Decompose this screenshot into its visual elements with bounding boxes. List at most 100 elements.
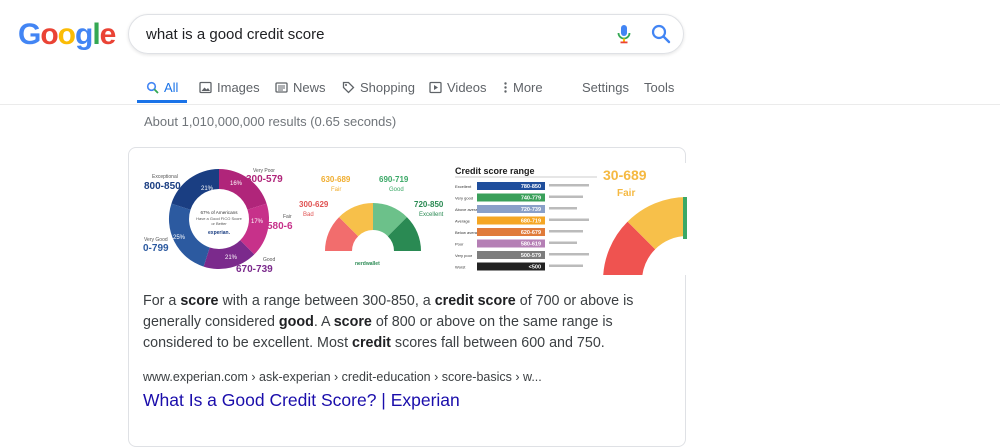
table-row-description (549, 218, 589, 221)
image-thumbnail-donut[interactable]: Exceptional 800-850 Very Poor 300-579 Fa… (143, 163, 295, 275)
gauge-range: 690-719 (379, 175, 409, 184)
table-row-value: 620-679 (521, 230, 541, 236)
tab-label: Videos (447, 79, 487, 95)
result-stats: About 1,010,000,000 results (0.65 second… (144, 114, 397, 129)
tab-videos[interactable]: Videos (429, 75, 487, 99)
table-row-value: <500 (529, 265, 541, 271)
donut-label: 580-6 (267, 221, 293, 232)
tab-label: Images (217, 79, 260, 95)
table-row-description (549, 230, 583, 233)
result-title-link[interactable]: What Is a Good Credit Score? | Experian (143, 390, 460, 411)
snippet-bold-text: score (180, 293, 219, 309)
gauge-range: 720-850 (414, 200, 444, 209)
table-row-label: Very good (455, 196, 473, 201)
donut-label: 670-739 (236, 264, 273, 275)
featured-snippet-text: For a score with a range between 300-850… (143, 291, 673, 354)
table-row-description (549, 264, 583, 267)
tab-more[interactable]: More (503, 75, 543, 99)
search-tabs: All Images News Shopping Videos More Set… (0, 70, 1000, 105)
donut-percent: 25% (173, 235, 186, 241)
donut-label: 0-799 (143, 243, 169, 254)
table-row-label: Excellent (455, 184, 472, 189)
tab-label: Tools (644, 79, 675, 95)
image-icon (199, 81, 212, 93)
image-thumbnail-partial-gauge[interactable]: 30-689 Fair (603, 163, 687, 275)
gauge-label: Fair (331, 187, 341, 193)
logo-letter: l (92, 18, 100, 51)
table-row-value: 680-719 (521, 219, 541, 225)
table-row-label: Poor (455, 242, 464, 247)
donut-label: 800-850 (144, 181, 181, 192)
donut-percent: 16% (230, 181, 243, 187)
donut-percent: 21% (225, 255, 238, 261)
result-url[interactable]: www.experian.com › ask-experian › credit… (143, 370, 542, 384)
tab-tools[interactable]: Tools (644, 75, 674, 99)
snippet-text: scores fall between 600 and 750. (390, 335, 605, 351)
table-row-value: 740-779 (521, 196, 541, 202)
featured-snippet-card: Exceptional 800-850 Very Poor 300-579 Fa… (128, 147, 687, 447)
tab-all[interactable]: All (146, 75, 178, 99)
newspaper-icon (275, 81, 288, 93)
table-row-label: Very poor (455, 253, 473, 258)
experian-logo: experian. (208, 230, 231, 236)
snippet-text: with a range between 300-850, a (218, 293, 435, 309)
nerdwallet-logo: nerdwallet (355, 261, 380, 267)
snippet-text: . A (313, 314, 334, 330)
tab-news[interactable]: News (275, 75, 326, 99)
table-row-value: 500-579 (521, 253, 541, 259)
logo-letter: o (57, 18, 76, 51)
image-thumbnail-table[interactable]: Credit score range Excellent 780-850 Very … (453, 163, 599, 275)
table-title: Credit score range (455, 166, 535, 176)
active-tab-indicator (137, 100, 187, 103)
microphone-icon[interactable] (613, 23, 635, 45)
gauge-label: Good (389, 187, 404, 193)
tab-label: All (164, 79, 179, 95)
tab-settings[interactable]: Settings (582, 75, 629, 99)
table-row-label: Worst (455, 265, 466, 270)
search-input[interactable] (146, 23, 586, 45)
tab-images[interactable]: Images (199, 75, 260, 99)
tag-icon (342, 81, 355, 93)
table-row-value: 580-619 (521, 242, 541, 248)
tab-label: Settings (582, 79, 629, 95)
google-logo[interactable]: Google (18, 18, 117, 51)
logo-letter: e (99, 18, 117, 51)
image-thumbnail-gauge[interactable]: 300-629 Bad 630-689 Fair 690-719 Good 72… (299, 163, 447, 275)
table-row-description (549, 195, 583, 198)
play-icon (429, 81, 442, 93)
donut-center-text: or Better (211, 221, 227, 226)
search-icon (146, 81, 159, 94)
table-row-value: 720-739 (521, 207, 541, 213)
snippet-bold-text: good (278, 314, 314, 330)
dots-vertical-icon (504, 81, 507, 93)
donut-label: Exceptional (152, 174, 178, 180)
gauge-label: Bad (303, 212, 314, 218)
partial-gauge-label: Fair (617, 188, 635, 199)
gauge-range: 300-629 (299, 200, 329, 209)
tab-label: More (513, 79, 543, 95)
donut-percent: 17% (251, 219, 264, 225)
tab-label: News (293, 79, 326, 95)
logo-letter: g (75, 18, 93, 51)
magnifier-icon (651, 24, 671, 44)
tab-shopping[interactable]: Shopping (342, 75, 415, 99)
gauge-range: 630-689 (321, 175, 351, 184)
donut-label: Fair (283, 214, 292, 220)
donut-label: 300-579 (246, 174, 283, 185)
snippet-bold-text: credit score (434, 293, 516, 309)
snippet-text: For a (143, 293, 181, 309)
gauge-label: Excellent (419, 212, 444, 218)
table-row-description (549, 184, 589, 187)
search-box[interactable] (128, 14, 684, 54)
table-row-description (549, 207, 577, 210)
table-row-description (549, 253, 589, 256)
donut-center-text: 67% of Americans (200, 210, 238, 215)
tab-label: Shopping (360, 79, 415, 95)
donut-percent: 21% (201, 186, 214, 192)
snippet-bold-text: credit (352, 335, 391, 351)
search-button[interactable] (649, 22, 673, 46)
donut-label: Good (263, 257, 275, 263)
logo-letter: G (18, 18, 41, 51)
logo-letter: o (40, 18, 58, 51)
table-row-value: 780-850 (521, 184, 541, 190)
